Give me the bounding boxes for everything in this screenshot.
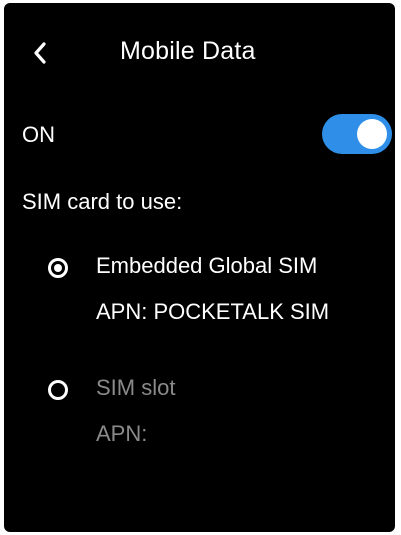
toggle-knob — [357, 119, 387, 149]
chevron-left-icon — [32, 41, 48, 65]
mobile-data-toggle-row: ON — [4, 108, 395, 158]
toggle-label: ON — [22, 122, 55, 147]
radio-dot — [54, 264, 62, 272]
radio-unselected-icon[interactable] — [48, 380, 68, 400]
sim-card-heading: SIM card to use: — [22, 189, 183, 214]
back-button[interactable] — [22, 33, 58, 73]
page-title: Mobile Data — [120, 37, 256, 65]
sim-option-name: SIM slot — [96, 375, 176, 400]
mobile-data-screen: Mobile Data ON SIM card to use: Embedded… — [4, 3, 395, 532]
sim-option-slot[interactable]: SIM slot APN: — [4, 373, 395, 463]
mobile-data-toggle[interactable] — [322, 114, 392, 154]
sim-option-embedded[interactable]: Embedded Global SIM APN: POCKETALK SIM — [4, 251, 395, 341]
radio-selected-icon[interactable] — [48, 258, 68, 278]
sim-option-name: Embedded Global SIM — [96, 253, 318, 278]
sim-option-apn: APN: POCKETALK SIM — [96, 299, 330, 324]
header: Mobile Data — [4, 3, 395, 103]
sim-option-apn: APN: — [96, 421, 148, 446]
